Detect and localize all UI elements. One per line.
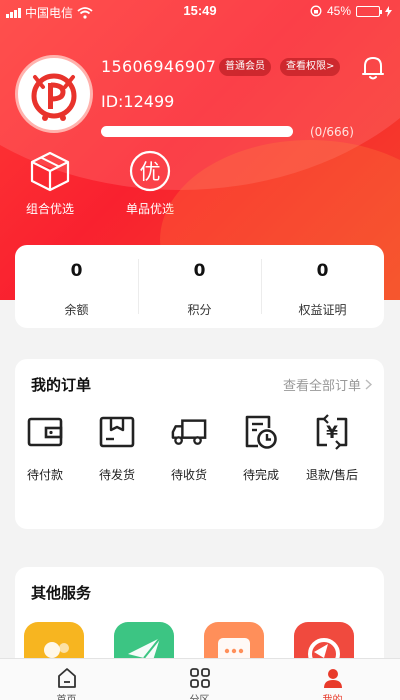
battery-icon xyxy=(356,5,382,17)
charging-icon xyxy=(385,5,392,17)
tab-label: 我的 xyxy=(266,691,399,700)
stat-value: 0 xyxy=(316,261,329,281)
stat-label: 权益证明 xyxy=(298,303,347,317)
account-stats-card: 0 余额 0 积分 0 权益证明 xyxy=(15,245,384,328)
chevron-right-icon xyxy=(365,379,372,390)
stat-balance[interactable]: 0 余额 xyxy=(15,245,138,328)
stat-value: 0 xyxy=(70,261,83,281)
order-label: 待付款 xyxy=(26,468,63,482)
package-icon xyxy=(99,416,135,448)
clock-document-icon xyxy=(245,415,277,449)
member-progress-text: (0/666) xyxy=(310,125,354,139)
view-all-orders-link[interactable]: 查看全部订单 xyxy=(283,375,372,394)
order-label: 退款/售后 xyxy=(305,468,359,482)
order-label: 待完成 xyxy=(242,468,279,482)
tab-categories[interactable]: 分区 xyxy=(133,659,266,700)
view-rights-link[interactable]: 查看权限> xyxy=(280,58,341,76)
tab-label: 分区 xyxy=(133,691,266,700)
svg-text:¥: ¥ xyxy=(326,423,338,443)
bell-icon[interactable] xyxy=(361,55,385,81)
user-phone: 15606946907 xyxy=(101,57,217,76)
stat-points[interactable]: 0 积分 xyxy=(138,245,261,328)
grid-icon xyxy=(189,668,210,688)
stat-label: 余额 xyxy=(64,303,89,317)
cube-icon xyxy=(30,151,70,192)
order-pending-payment[interactable]: 待付款 xyxy=(12,414,78,483)
member-level-badge: 普通会员 xyxy=(219,58,271,76)
order-label: 待收货 xyxy=(170,468,207,482)
tab-mine[interactable]: 我的 xyxy=(266,659,399,700)
order-label: 待发货 xyxy=(98,468,135,482)
order-pending-completion[interactable]: 待完成 xyxy=(228,414,294,483)
order-pending-receipt[interactable]: 待收货 xyxy=(156,414,222,483)
section-title: 我的订单 xyxy=(31,376,92,394)
status-bar: 中国电信 15:49 45% xyxy=(0,0,400,22)
feature-label: 单品优选 xyxy=(125,202,174,216)
user-id: ID:12499 xyxy=(101,92,175,111)
view-all-orders-label: 查看全部订单 xyxy=(282,379,361,394)
stat-rights-certificate[interactable]: 0 权益证明 xyxy=(261,245,384,328)
rotation-lock-icon xyxy=(310,5,322,17)
feature-combo-select[interactable]: 组合优选 xyxy=(10,148,90,217)
brand-logo-icon xyxy=(31,73,77,121)
wallet-icon xyxy=(27,417,63,447)
person-icon xyxy=(323,669,342,688)
order-pending-shipment[interactable]: 待发货 xyxy=(84,414,150,483)
battery-percent: 45% xyxy=(326,4,351,18)
order-refund-aftersale[interactable]: ¥ 退款/售后 xyxy=(299,414,365,483)
tab-label: 首页 xyxy=(0,691,133,700)
member-progress-bar xyxy=(101,126,293,137)
svg-text:优: 优 xyxy=(140,160,161,184)
feature-single-select[interactable]: 优 单品优选 xyxy=(110,148,190,217)
you-badge-icon: 优 xyxy=(129,150,171,192)
stat-label: 积分 xyxy=(187,303,212,317)
stat-value: 0 xyxy=(193,261,206,281)
refund-icon: ¥ xyxy=(316,414,348,450)
bottom-tab-bar: 首页 分区 我的 xyxy=(0,658,400,700)
avatar[interactable] xyxy=(15,55,93,133)
home-icon xyxy=(57,668,76,688)
tab-home[interactable]: 首页 xyxy=(0,659,133,700)
my-orders-card: 我的订单 查看全部订单 待付款 待发货 待收货 待完成 ¥ 退款/售后 xyxy=(15,359,384,529)
truck-icon xyxy=(171,419,207,445)
feature-label: 组合优选 xyxy=(25,202,74,216)
section-title: 其他服务 xyxy=(31,584,92,602)
